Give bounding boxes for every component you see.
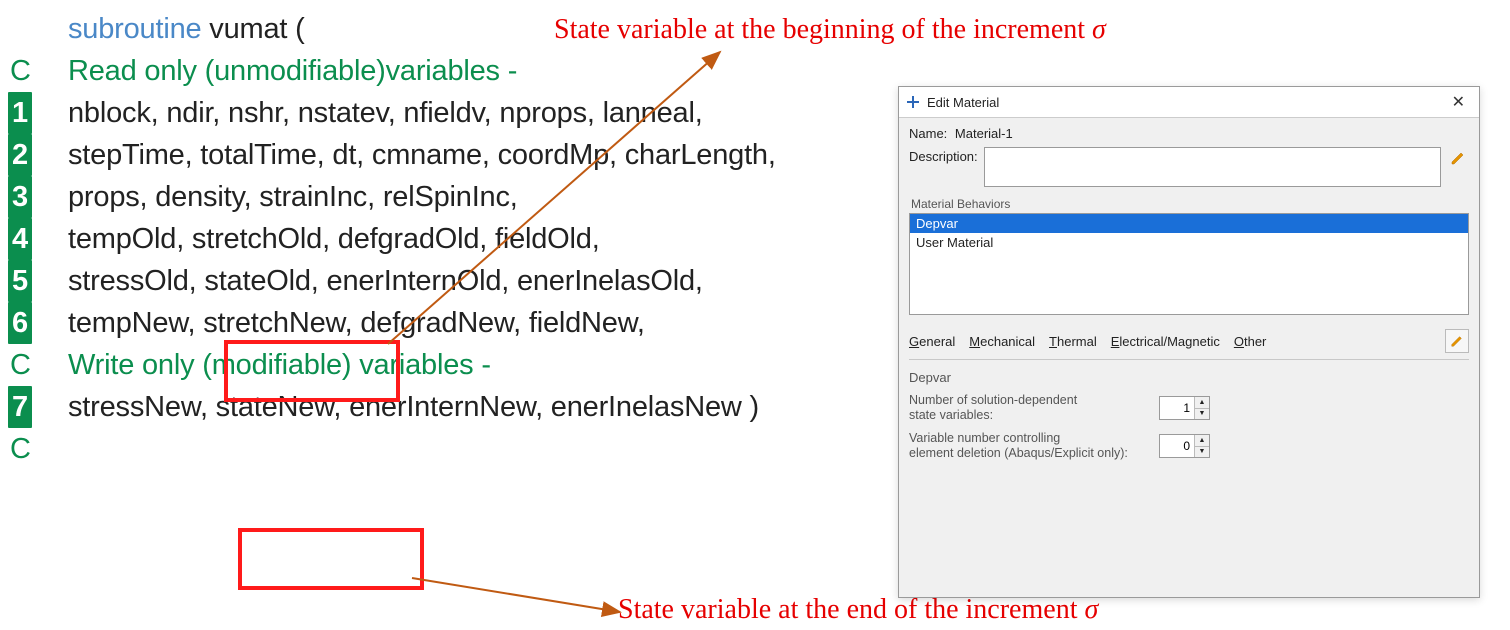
element-deletion-input[interactable] (1160, 435, 1194, 457)
num-sdv-spinner[interactable]: ▲ ▼ (1159, 396, 1210, 420)
close-button[interactable]: ✕ (1446, 92, 1471, 112)
material-behaviors-label: Material Behaviors (909, 197, 1469, 211)
behavior-menu-bar: General Mechanical Thermal Electrical/Ma… (909, 329, 1469, 360)
menu-mechanical[interactable]: Mechanical (969, 334, 1035, 349)
line-number: 5 (8, 260, 32, 302)
annotation-bottom: State variable at the end of the increme… (618, 594, 1098, 626)
annotation-top: State variable at the beginning of the i… (554, 14, 1106, 46)
comment-write-only: Write only (modifiable) variables - (68, 344, 491, 386)
list-item-depvar[interactable]: Depvar (910, 214, 1468, 233)
line-number: 3 (8, 176, 32, 218)
element-deletion-label: Variable number controlling element dele… (909, 431, 1159, 461)
menu-general[interactable]: General (909, 334, 955, 349)
code-text: tempOld, stretchOld, defgradOld, fieldOl… (68, 218, 600, 260)
line-number: 6 (8, 302, 32, 344)
menu-thermal[interactable]: Thermal (1049, 334, 1097, 349)
code-text: nblock, ndir, nshr, nstatev, nfieldv, np… (68, 92, 703, 134)
element-deletion-spinner[interactable]: ▲ ▼ (1159, 434, 1210, 458)
spinner-down-button[interactable]: ▼ (1195, 447, 1209, 458)
line-number: 7 (8, 386, 32, 428)
num-sdv-input[interactable] (1160, 397, 1194, 419)
pencil-icon (1450, 150, 1466, 166)
comment-marker: C (8, 349, 31, 381)
edit-description-button[interactable] (1447, 147, 1469, 169)
code-text: tempNew, stretchNew, defgradNew, fieldNe… (68, 302, 645, 344)
comment-read-only: Read only (unmodifiable)variables - (68, 50, 517, 92)
code-text: stressNew, (68, 391, 216, 423)
comment-marker: C (8, 433, 31, 465)
line-number: 2 (8, 134, 32, 176)
comment-marker: C (8, 55, 31, 87)
material-name-value: Material-1 (955, 126, 1013, 141)
code-highlight-stateold: stateOld, (204, 265, 318, 297)
line-number: 4 (8, 218, 32, 260)
material-name-row: Name: Material-1 (909, 126, 1469, 141)
line-number: 1 (8, 92, 32, 134)
list-item-user-material[interactable]: User Material (910, 233, 1468, 252)
menu-electrical-magnetic[interactable]: Electrical/Magnetic (1111, 334, 1220, 349)
spinner-down-button[interactable]: ▼ (1195, 409, 1209, 420)
name-label: Name: (909, 126, 947, 141)
code-text: props, density, strainInc, relSpinInc, (68, 176, 518, 218)
dialog-title: Edit Material (927, 95, 999, 110)
app-icon (905, 94, 921, 110)
code-text: enerInternNew, enerInelasNew ) (341, 391, 759, 423)
description-label: Description: (909, 147, 978, 164)
keyword-subroutine: subroutine (68, 13, 201, 45)
depvar-section-heading: Depvar (909, 370, 1469, 385)
function-name: vumat ( (201, 13, 304, 45)
edit-material-dialog: Edit Material ✕ Name: Material-1 Descrip… (898, 86, 1480, 598)
material-behaviors-list[interactable]: Depvar User Material (909, 213, 1469, 315)
menu-other[interactable]: Other (1234, 334, 1267, 349)
edit-behavior-button[interactable] (1445, 329, 1469, 353)
dialog-titlebar[interactable]: Edit Material ✕ (899, 87, 1479, 118)
code-highlight-statenew: stateNew, (216, 391, 342, 423)
description-input[interactable] (984, 147, 1441, 187)
spinner-up-button[interactable]: ▲ (1195, 397, 1209, 409)
code-text: enerInternOld, enerInelasOld, (319, 265, 703, 297)
pencil-icon (1450, 334, 1464, 348)
highlight-box-statenew (238, 528, 424, 590)
num-sdv-label: Number of solution-dependent state varia… (909, 393, 1159, 423)
code-text: stressOld, (68, 265, 204, 297)
spinner-up-button[interactable]: ▲ (1195, 435, 1209, 447)
code-text: stepTime, totalTime, dt, cmname, coordMp… (68, 134, 776, 176)
code-block: subroutine vumat ( C Read only (unmodifi… (8, 8, 878, 471)
